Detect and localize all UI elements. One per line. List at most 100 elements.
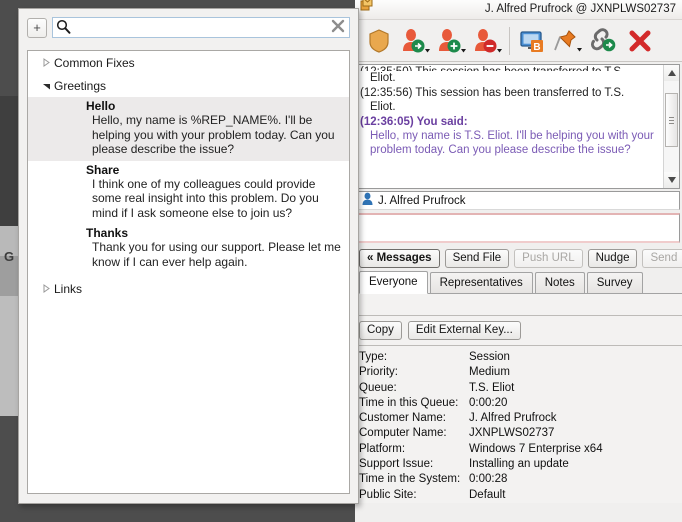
detail-row: Type: Session bbox=[359, 350, 682, 365]
scroll-thumb[interactable] bbox=[665, 93, 678, 147]
detail-value: J. Alfred Prufrock bbox=[469, 412, 557, 425]
tree-group-links[interactable]: Links bbox=[28, 277, 349, 300]
detail-row: Platform: Windows 7 Enterprise x64 bbox=[359, 442, 682, 457]
detail-value: T.S. Eliot bbox=[469, 381, 515, 394]
canned-message-hello[interactable]: Hello Hello, my name is %REP_NAME%. I'll… bbox=[28, 97, 349, 161]
send-file-button[interactable]: Send File bbox=[444, 248, 510, 268]
transfer-user-icon[interactable] bbox=[397, 22, 433, 60]
transcript-you-body: Hello, my name is T.S. Eliot. I'll be he… bbox=[370, 130, 654, 156]
detail-row: Time in this Queue: 0:00:20 bbox=[359, 396, 682, 411]
edit-external-key-button[interactable]: Edit External Key... bbox=[407, 321, 521, 340]
chat-window-icon bbox=[358, 0, 380, 17]
detail-key: Customer Name: bbox=[359, 412, 446, 425]
toolbar-separator bbox=[509, 26, 510, 55]
detail-key: Priority: bbox=[359, 366, 398, 379]
chat-tabs: Everyone Representatives Notes Survey bbox=[355, 271, 682, 294]
detail-row: Support Issue: Installing an update bbox=[359, 457, 682, 472]
svg-text:B: B bbox=[533, 42, 540, 53]
detail-row: Computer Name: JXNPLWS02737 bbox=[359, 426, 682, 441]
chat-transcript[interactable]: (12:35:50) This session has been transfe… bbox=[358, 65, 663, 188]
canned-messages-tree[interactable]: Common Fixes Greetings Hello Hello, my n… bbox=[27, 50, 350, 494]
chat-transcript-panel: (12:35:50) This session has been transfe… bbox=[357, 64, 680, 189]
session-toolbar: B bbox=[355, 20, 682, 62]
scroll-track[interactable] bbox=[664, 81, 679, 172]
detail-row: Customer Name: J. Alfred Prufrock bbox=[359, 411, 682, 426]
detail-value: Windows 7 Enterprise x64 bbox=[469, 442, 603, 455]
participant-name: J. Alfred Prufrock bbox=[378, 194, 466, 207]
transcript-message: (12:35:56) This session has been transfe… bbox=[360, 86, 661, 114]
canned-message-body: Thank you for using our support. Please … bbox=[92, 240, 341, 269]
screen: G J. Alfred Prufrock @ JXNPLWS02737 B El… bbox=[0, 0, 682, 522]
tree-group-common-fixes[interactable]: Common Fixes bbox=[28, 51, 349, 74]
transcript-line: Eliot. bbox=[370, 101, 396, 113]
close-session-icon[interactable] bbox=[622, 22, 658, 60]
tab-notes[interactable]: Notes bbox=[534, 272, 585, 293]
participant-bar: J. Alfred Prufrock bbox=[357, 191, 680, 210]
canned-message-title: Hello bbox=[86, 99, 116, 113]
message-compose-box[interactable] bbox=[357, 213, 680, 243]
detail-row: Time in the System: 0:00:28 bbox=[359, 472, 682, 487]
window-titlebar: J. Alfred Prufrock @ JXNPLWS02737 bbox=[355, 0, 682, 20]
canned-messages-popup: + Common Fixes Greetings Hello Hello, my… bbox=[18, 8, 359, 504]
transcript-line: (12:35:50) This session has been transfe… bbox=[360, 65, 661, 71]
scroll-down-icon[interactable] bbox=[664, 172, 679, 188]
transcript-message: (12:35:50) This session has been transfe… bbox=[360, 65, 661, 85]
scroll-grip-icon bbox=[669, 117, 674, 124]
person-icon bbox=[361, 192, 374, 209]
detail-value: Medium bbox=[469, 366, 510, 379]
canned-message-title: Thanks bbox=[86, 226, 129, 240]
scroll-up-icon[interactable] bbox=[664, 65, 679, 81]
send-button: Send bbox=[642, 248, 682, 268]
detail-key: Computer Name: bbox=[359, 427, 447, 440]
detail-key: Public Site: bbox=[359, 488, 417, 501]
shield-icon[interactable] bbox=[361, 22, 397, 60]
tab-survey[interactable]: Survey bbox=[586, 272, 643, 293]
search-icon bbox=[56, 19, 71, 37]
detail-row: Queue: T.S. Eliot bbox=[359, 381, 682, 396]
messages-button[interactable]: « Messages bbox=[359, 248, 440, 268]
canned-message-thanks[interactable]: Thanks Thank you for using our support. … bbox=[28, 224, 349, 273]
detail-value: Installing an update bbox=[469, 458, 569, 471]
detail-value: Default bbox=[469, 488, 506, 501]
detail-value: Session bbox=[469, 351, 510, 363]
canned-message-body: Hello, my name is %REP_NAME%. I'll be he… bbox=[92, 113, 335, 156]
canned-message-share[interactable]: Share I think one of my colleagues could… bbox=[28, 161, 349, 225]
background-window-letter: G bbox=[3, 249, 15, 264]
tab-everyone[interactable]: Everyone bbox=[359, 271, 428, 294]
add-user-icon[interactable] bbox=[433, 22, 469, 60]
screen-share-icon[interactable]: B bbox=[514, 22, 550, 60]
chevron-down-icon[interactable] bbox=[38, 81, 54, 90]
detail-key: Platform: bbox=[359, 442, 406, 455]
detail-key: Time in the System: bbox=[359, 473, 461, 486]
add-message-button[interactable]: + bbox=[27, 17, 47, 38]
detail-value: JXNPLWS02737 bbox=[469, 427, 555, 440]
transcript-message-you: (12:36:05) You said: Hello, my name is T… bbox=[360, 115, 661, 157]
detail-key: Type: bbox=[359, 351, 388, 363]
clear-x-icon[interactable] bbox=[330, 18, 346, 37]
search-input[interactable] bbox=[74, 20, 330, 35]
tab-representatives[interactable]: Representatives bbox=[429, 272, 533, 293]
detail-row: Priority: Medium bbox=[359, 365, 682, 380]
search-row: + bbox=[19, 9, 358, 44]
copy-button[interactable]: Copy bbox=[359, 321, 402, 340]
session-window: J. Alfred Prufrock @ JXNPLWS02737 B Elio… bbox=[355, 0, 682, 522]
search-box[interactable] bbox=[52, 17, 350, 38]
remove-user-icon[interactable] bbox=[469, 22, 505, 60]
detail-value: 0:00:28 bbox=[469, 473, 508, 486]
canned-message-title: Share bbox=[86, 162, 120, 177]
window-title: J. Alfred Prufrock @ JXNPLWS02737 bbox=[484, 3, 676, 15]
detail-key: Support Issue: bbox=[359, 458, 434, 471]
detail-key: Time in this Queue: bbox=[359, 396, 459, 409]
nudge-button[interactable]: Nudge bbox=[587, 248, 638, 268]
share-link-icon[interactable] bbox=[586, 22, 622, 60]
transcript-line: (12:35:56) This session has been transfe… bbox=[360, 87, 625, 99]
chevron-right-icon[interactable] bbox=[38, 58, 54, 67]
transcript-scrollbar[interactable] bbox=[663, 65, 679, 188]
pin-icon[interactable] bbox=[550, 22, 586, 60]
push-url-button: Push URL bbox=[514, 248, 583, 268]
tree-group-greetings[interactable]: Greetings bbox=[28, 74, 349, 97]
chevron-right-icon[interactable] bbox=[38, 284, 54, 293]
detail-action-row: Copy Edit External Key... bbox=[355, 316, 682, 346]
detail-key: Queue: bbox=[359, 381, 397, 394]
transcript-line: Eliot. bbox=[370, 72, 396, 84]
